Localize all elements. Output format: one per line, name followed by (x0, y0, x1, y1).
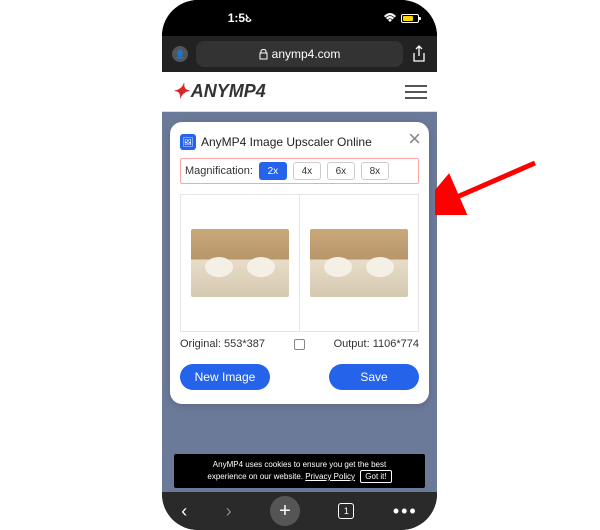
app-icon: 🖼 (180, 134, 196, 150)
back-icon[interactable]: ‹ (181, 501, 187, 522)
hamburger-menu-icon[interactable] (405, 85, 427, 99)
url-field[interactable]: anymp4.com (196, 41, 403, 67)
modal-title: AnyMP4 Image Upscaler Online (201, 135, 372, 149)
privacy-icon[interactable]: 👤 (172, 46, 188, 62)
notch (245, 0, 355, 22)
cookie-banner: AnyMP4 uses cookies to ensure you get th… (174, 454, 425, 488)
browser-url-bar: 👤 anymp4.com (162, 36, 437, 72)
new-image-button[interactable]: New Image (180, 364, 270, 390)
browser-bottom-nav: ‹ › + 1 ••• (162, 492, 437, 530)
share-icon[interactable] (411, 45, 427, 63)
url-domain: anymp4.com (272, 47, 341, 61)
original-dimensions: Original: 553*387 (180, 338, 265, 350)
magnification-6x[interactable]: 6x (327, 162, 355, 180)
lock-icon (259, 49, 268, 60)
compare-checkbox[interactable] (294, 339, 305, 350)
upscaler-modal: × 🖼 AnyMP4 Image Upscaler Online Magnifi… (170, 122, 429, 404)
magnification-4x[interactable]: 4x (293, 162, 321, 180)
compare-panel (180, 194, 419, 332)
site-header: ✦ ANYMP4 (162, 72, 437, 112)
output-pane (300, 195, 418, 331)
close-icon[interactable]: × (408, 126, 421, 152)
magnification-8x[interactable]: 8x (361, 162, 389, 180)
tabs-icon[interactable]: 1 (338, 503, 354, 519)
logo-icon: ✦ (172, 79, 189, 104)
output-dimensions: Output: 1106*774 (334, 338, 419, 350)
magnification-label: Magnification: (185, 165, 253, 177)
output-thumbnail (310, 229, 408, 297)
magnification-row: Magnification: 2x 4x 6x 8x (180, 158, 419, 184)
cookie-text-2: experience on our website. (207, 472, 303, 481)
battery-icon (401, 14, 419, 23)
page-content: ✦ ANYMP4 × 🖼 AnyMP4 Image Upscaler Onlin… (162, 72, 437, 492)
privacy-policy-link[interactable]: Privacy Policy (305, 472, 355, 481)
save-button[interactable]: Save (329, 364, 419, 390)
wifi-icon (383, 13, 397, 23)
phone-frame: 1:58 👤 anymp4.com ✦ ANYMP4 × 🖼 AnyMP4 (162, 0, 437, 530)
new-tab-button[interactable]: + (270, 496, 300, 526)
more-icon[interactable]: ••• (393, 501, 418, 522)
logo-text: ANYMP4 (191, 81, 266, 102)
annotation-arrow-icon (435, 155, 545, 215)
original-thumbnail (191, 229, 289, 297)
cookie-text-1: AnyMP4 uses cookies to ensure you get th… (213, 460, 386, 469)
site-logo[interactable]: ✦ ANYMP4 (172, 79, 266, 104)
original-pane (181, 195, 300, 331)
dimensions-row: Original: 553*387 Output: 1106*774 (180, 338, 419, 350)
magnification-2x[interactable]: 2x (259, 162, 287, 180)
forward-icon[interactable]: › (226, 501, 232, 522)
cookie-accept-button[interactable]: Got it! (360, 470, 391, 483)
